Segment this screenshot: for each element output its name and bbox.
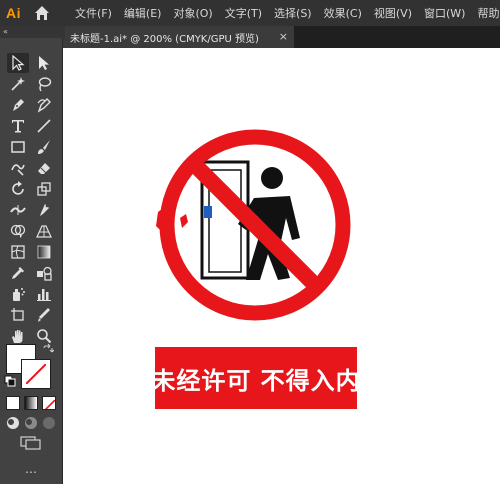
magic-wand-tool-icon[interactable] — [7, 74, 29, 94]
swap-fill-stroke-icon[interactable] — [42, 344, 54, 356]
color-mode-button[interactable] — [6, 396, 20, 410]
type-tool-icon[interactable] — [7, 116, 29, 136]
pen-tool-icon[interactable] — [7, 95, 29, 115]
draw-normal-icon[interactable] — [6, 416, 20, 430]
document-tab-bar: 未标题-1.ai* @ 200% (CMYK/GPU 预览) × — [62, 26, 500, 48]
gradient-mode-button[interactable] — [24, 396, 38, 410]
close-tab-icon[interactable]: × — [279, 30, 288, 43]
shaper-tool-icon[interactable] — [7, 158, 29, 178]
gradient-tool-icon[interactable] — [33, 242, 55, 262]
no-entry-sign-graphic[interactable] — [150, 120, 360, 330]
menu-object[interactable]: 对象(O) — [173, 5, 212, 21]
symbol-sprayer-tool-icon[interactable] — [7, 284, 29, 304]
hand-tool-icon[interactable] — [7, 326, 29, 346]
line-segment-tool-icon[interactable] — [33, 116, 55, 136]
document-tab-title: 未标题-1.ai* @ 200% (CMYK/GPU 预览) — [70, 33, 259, 45]
blend-tool-icon[interactable] — [33, 263, 55, 283]
column-graph-tool-icon[interactable] — [33, 284, 55, 304]
puppet-warp-tool-icon[interactable] — [33, 200, 55, 220]
zoom-tool-icon[interactable] — [33, 326, 55, 346]
menu-effect[interactable]: 效果(C) — [324, 5, 362, 21]
eyedropper-tool-icon[interactable] — [7, 263, 29, 283]
tools-panel: « … — [0, 26, 65, 484]
screen-mode-icon[interactable] — [20, 436, 42, 450]
app-logo: Ai — [6, 5, 21, 21]
scale-tool-icon[interactable] — [33, 179, 55, 199]
direct-selection-tool-icon[interactable] — [33, 53, 55, 73]
lasso-tool-icon[interactable] — [33, 74, 55, 94]
menu-bar: Ai 文件(F) 编辑(E) 对象(O) 文字(T) 选择(S) 效果(C) 视… — [0, 0, 500, 26]
menu-type[interactable]: 文字(T) — [225, 5, 262, 21]
width-tool-icon[interactable] — [7, 200, 29, 220]
default-fill-stroke-icon[interactable] — [4, 375, 16, 387]
stroke-swatch[interactable] — [21, 359, 51, 389]
sign-text: 未经许可 不得入内 — [151, 366, 361, 395]
menu-edit[interactable]: 编辑(E) — [124, 5, 162, 21]
shape-builder-tool-icon[interactable] — [7, 221, 29, 241]
draw-behind-icon[interactable] — [24, 416, 38, 430]
tools-panel-collapse[interactable]: « — [0, 26, 65, 38]
eraser-tool-icon[interactable] — [33, 158, 55, 178]
menu-help[interactable]: 帮助(H) — [477, 5, 500, 21]
slice-tool-icon[interactable] — [33, 305, 55, 325]
draw-inside-icon[interactable] — [42, 416, 56, 430]
rotate-tool-icon[interactable] — [7, 179, 29, 199]
menu-items: 文件(F) 编辑(E) 对象(O) 文字(T) 选择(S) 效果(C) 视图(V… — [75, 0, 500, 26]
paintbrush-tool-icon[interactable] — [33, 137, 55, 157]
menu-window[interactable]: 窗口(W) — [424, 5, 465, 21]
selection-tool-icon[interactable] — [7, 53, 29, 73]
curvature-tool-icon[interactable] — [33, 95, 55, 115]
mesh-tool-icon[interactable] — [7, 242, 29, 262]
none-mode-button[interactable] — [42, 396, 56, 410]
artboard-tool-icon[interactable] — [7, 305, 29, 325]
menu-view[interactable]: 视图(V) — [374, 5, 412, 21]
menu-select[interactable]: 选择(S) — [274, 5, 312, 21]
more-tools-button[interactable]: … — [0, 462, 62, 476]
perspective-grid-tool-icon[interactable] — [33, 221, 55, 241]
home-icon[interactable] — [33, 4, 51, 22]
document-tab[interactable]: 未标题-1.ai* @ 200% (CMYK/GPU 预览) × — [62, 26, 294, 48]
rectangle-tool-icon[interactable] — [7, 137, 29, 157]
menu-file[interactable]: 文件(F) — [75, 5, 112, 21]
sign-text-banner[interactable]: 未经许可 不得入内 — [151, 347, 360, 409]
